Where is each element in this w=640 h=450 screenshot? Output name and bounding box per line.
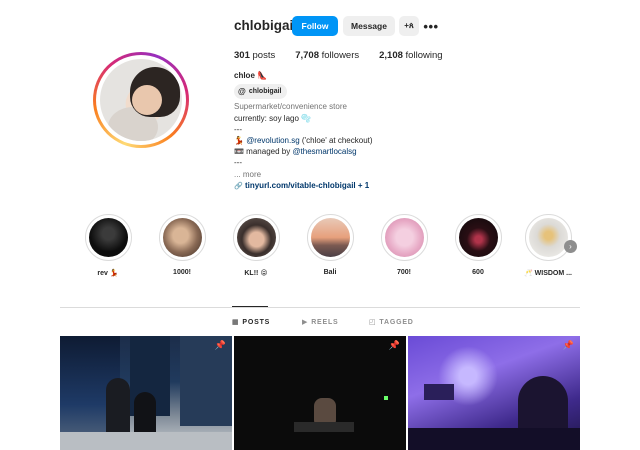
- threads-icon: @: [238, 87, 246, 97]
- bio-more-link[interactable]: ... more: [234, 169, 494, 180]
- profile-username: chlobigail: [234, 18, 298, 33]
- highlight-cover: [458, 218, 498, 257]
- profile-display-name: chloe: [234, 71, 255, 80]
- highlight-cover: [384, 218, 424, 257]
- followers-count[interactable]: 7,708 followers: [295, 50, 359, 61]
- add-user-icon[interactable]: +ጰ: [399, 16, 419, 36]
- highlight-item[interactable]: rev 💃: [78, 214, 138, 277]
- tabs-divider: [60, 307, 580, 308]
- posts-label: posts: [249, 50, 276, 61]
- highlight-ring: [232, 214, 280, 261]
- posts-count: 301 posts: [234, 50, 275, 61]
- pin-icon: 📌: [562, 340, 574, 350]
- pin-icon: 📌: [214, 340, 226, 350]
- bio-separator: ---: [234, 124, 242, 134]
- mention-link-thesmartlocal[interactable]: @thesmartlocalsg: [292, 147, 356, 156]
- posts-number: 301: [234, 50, 250, 61]
- profile-category: Supermarket/convenience store: [234, 102, 347, 112]
- active-tab-indicator: [232, 306, 268, 307]
- highlight-ring: [84, 214, 132, 261]
- chevron-right-icon[interactable]: ›: [564, 240, 577, 253]
- avatar-face-shape: [132, 85, 162, 115]
- bio-line3-prefix: 📼 managed by: [234, 147, 293, 157]
- post-thumbnail[interactable]: 📌: [60, 336, 232, 450]
- tab-posts[interactable]: ▦ POSTS: [232, 318, 271, 327]
- bio-line2-prefix: 💃: [234, 136, 247, 146]
- post-thumbnail[interactable]: 📌: [234, 336, 406, 450]
- threads-badge[interactable]: @ chlobigail: [234, 84, 288, 100]
- highlight-ring: [454, 214, 502, 261]
- highlight-label: rev 💃: [97, 270, 119, 277]
- profile-avatar-ring[interactable]: [93, 52, 189, 148]
- tab-posts-label: POSTS: [242, 318, 271, 326]
- floor-shape: [60, 432, 232, 450]
- tab-reels[interactable]: ▶ REELS: [302, 318, 339, 327]
- bio-line-managed: 📼 managed by @thesmartlocalsg: [234, 146, 494, 157]
- highlight-label: Bali: [323, 269, 337, 276]
- follow-button[interactable]: Follow: [292, 16, 338, 36]
- more-options-icon[interactable]: •••: [423, 16, 439, 36]
- bio-separator: ---: [234, 158, 242, 168]
- highlight-label: 600: [472, 269, 484, 276]
- bio-external-link[interactable]: 🔗 tinyurl.com/vitable-chlobigail + 1: [234, 180, 494, 192]
- tab-reels-label: REELS: [311, 318, 339, 326]
- message-button[interactable]: Message: [343, 16, 395, 36]
- external-link-text[interactable]: tinyurl.com/vitable-chlobigail + 1: [245, 181, 369, 190]
- highlight-item[interactable]: Bali: [300, 214, 360, 276]
- threads-handle: chlobigail: [248, 88, 282, 96]
- crowd-shape: [408, 428, 580, 450]
- stage-light-shape: [384, 396, 388, 400]
- highlight-item[interactable]: 1000!: [152, 214, 212, 276]
- highlight-label: KL!! 😝: [244, 270, 268, 277]
- highlight-item[interactable]: 700!: [374, 214, 434, 276]
- following-count[interactable]: 2,108 following: [379, 50, 442, 61]
- highlight-ring: [306, 214, 354, 261]
- highlight-cover: [528, 218, 568, 257]
- stage-light-shape: [294, 422, 354, 432]
- following-number: 2,108: [379, 50, 403, 61]
- heel-emoji: 👠: [257, 71, 268, 80]
- avatar[interactable]: [100, 59, 182, 141]
- highlight-cover: [162, 218, 202, 257]
- followers-number: 7,708: [295, 50, 319, 61]
- highlight-label: 1000!: [173, 269, 191, 276]
- highlight-label: 700!: [396, 269, 411, 276]
- highlight-ring: [158, 214, 206, 261]
- link-icon: 🔗: [234, 182, 243, 190]
- mention-link-revolution[interactable]: @revolution.sg: [246, 136, 299, 145]
- profile-stats: 301 posts 7,708 followers 2,108 followin…: [234, 50, 463, 61]
- highlight-ring: [524, 214, 572, 261]
- grid-icon: ▦: [232, 319, 240, 326]
- highlight-cover: [236, 218, 276, 257]
- profile-bio: chloe 👠 @ chlobigail Supermarket/conveni…: [234, 70, 494, 192]
- sign-shape: [424, 384, 454, 400]
- bio-line2-suffix: ('chloe' at checkout): [299, 136, 373, 146]
- tagged-icon: ◰: [369, 319, 377, 326]
- followers-label: followers: [319, 50, 360, 61]
- reels-icon: ▶: [302, 319, 309, 326]
- following-label: following: [402, 50, 443, 61]
- highlight-label: 🥂 WISDOM ...: [524, 270, 572, 277]
- highlight-item[interactable]: 600: [448, 214, 508, 276]
- tab-tagged-label: TAGGED: [379, 318, 414, 326]
- highlight-cover: [88, 218, 128, 257]
- highlight-ring: [380, 214, 428, 261]
- bio-line-current: currently: soy lago 🫧: [234, 113, 312, 123]
- bio-line-revolution: 💃 @revolution.sg ('chloe' at checkout): [234, 135, 494, 146]
- pin-icon: 📌: [388, 340, 400, 350]
- tab-tagged[interactable]: ◰ TAGGED: [369, 318, 414, 327]
- post-thumbnail[interactable]: 📌: [408, 336, 580, 450]
- highlight-cover: [310, 218, 350, 257]
- highlight-item[interactable]: KL!! 😝: [226, 214, 286, 277]
